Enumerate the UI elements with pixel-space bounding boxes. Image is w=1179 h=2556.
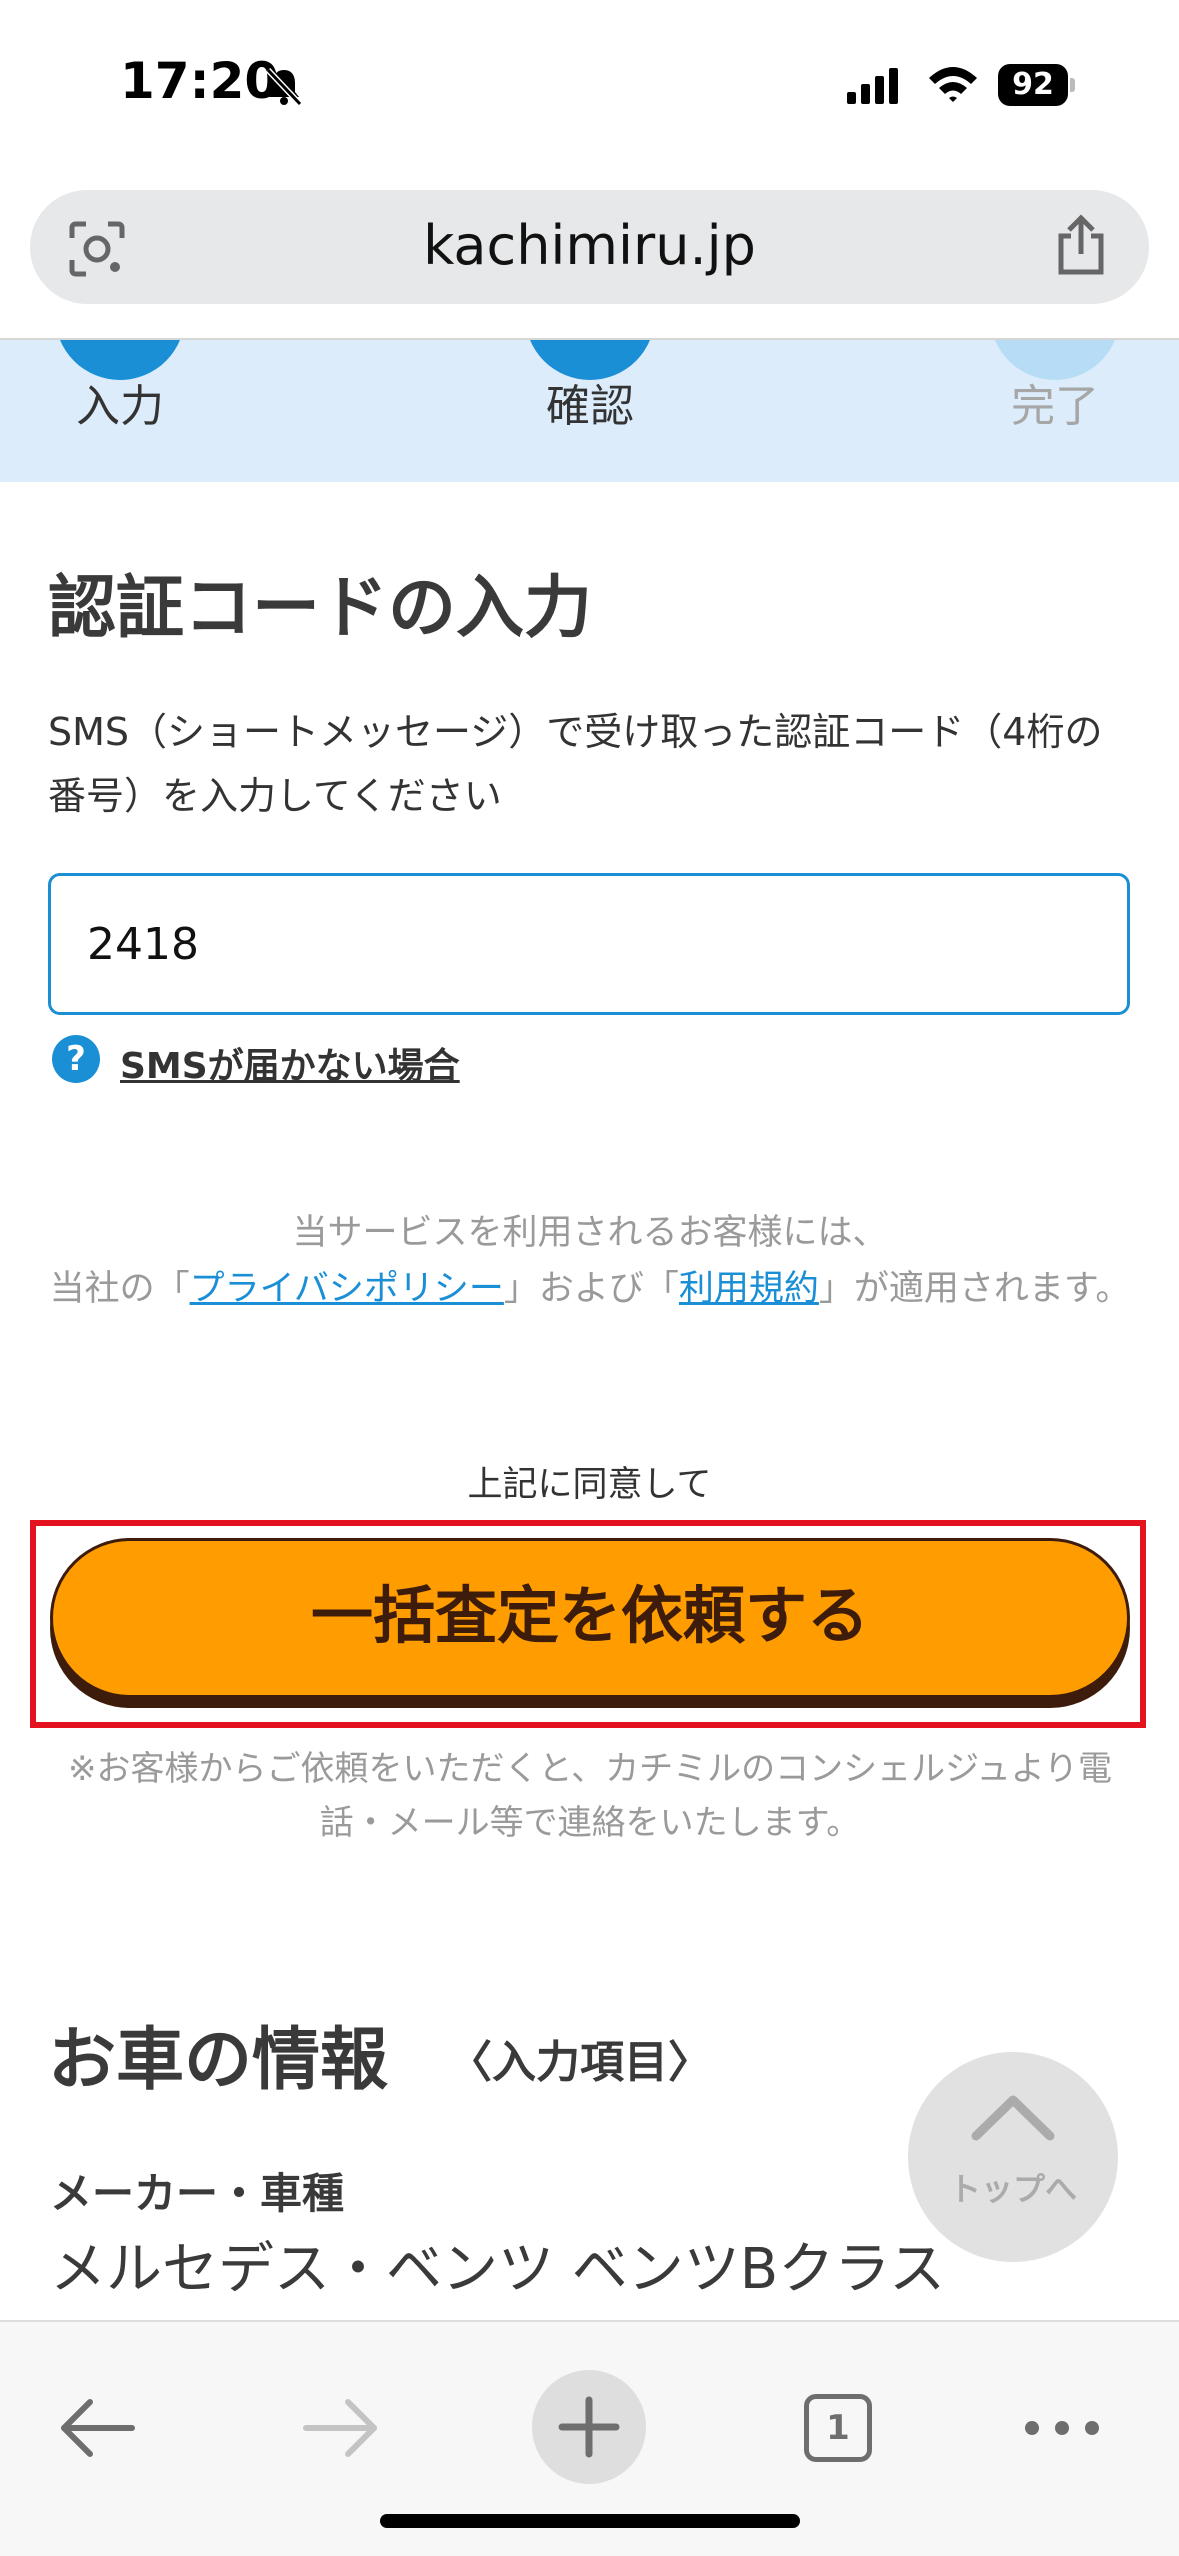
submit-request-button[interactable]: 一括査定を依頼する	[50, 1538, 1130, 1698]
step-label: 完了	[1011, 381, 1099, 432]
consent-line1: 当サービスを利用されるお客様には、	[292, 1213, 888, 1253]
car-info-title: お車の情報	[48, 2021, 389, 2100]
terms-link[interactable]: 利用規約	[679, 1269, 819, 1309]
back-to-top-label: トップへ	[948, 2170, 1077, 2208]
step-label: 入力	[76, 381, 164, 432]
back-to-top-button[interactable]: トップへ	[908, 2052, 1118, 2262]
signal-icon	[847, 68, 898, 104]
maker-label: メーカー・車種	[50, 2169, 345, 2218]
address-bar[interactable]: kachimiru.jp	[30, 190, 1149, 304]
consent-middle: 」および「	[503, 1269, 679, 1309]
chevron-up-icon	[971, 2095, 1055, 2141]
battery-icon: 92	[998, 64, 1075, 108]
consent-text: 当サービスを利用されるお客様には、 当社の「プライバシポリシー」および「利用規約…	[40, 1205, 1140, 1317]
step-complete: 完了	[955, 340, 1155, 482]
plus-icon	[558, 2396, 620, 2458]
tab-count: 1	[804, 2394, 872, 2462]
car-info-subtitle: 〈入力項目〉	[448, 2037, 712, 2088]
wifi-icon	[929, 67, 977, 102]
share-icon[interactable]	[1053, 214, 1109, 278]
step-input: 入力	[20, 340, 220, 482]
url-text[interactable]: kachimiru.jp	[30, 214, 1149, 277]
back-arrow-icon[interactable]	[46, 2378, 146, 2478]
sms-help-label[interactable]: SMSが届かない場合	[120, 1037, 460, 1089]
status-bar: 17:20 92	[0, 0, 1179, 170]
verification-code-input[interactable]	[48, 873, 1130, 1015]
consent-suffix: 」が適用されます。	[818, 1269, 1131, 1309]
tabs-button[interactable]: 1	[788, 2378, 888, 2478]
step-confirm: 確認	[490, 340, 690, 482]
privacy-policy-link[interactable]: プライバシポリシー	[190, 1269, 504, 1309]
forward-arrow-icon[interactable]	[292, 2378, 392, 2478]
step-label: 確認	[546, 381, 634, 432]
battery-level: 92	[998, 64, 1068, 106]
contact-note: ※お客様からご依頼をいただくと、カチミルのコンシェルジュより電話・メール等で連絡…	[67, 1749, 1113, 1843]
agree-text: 上記に同意して	[467, 1465, 712, 1505]
more-icon[interactable]	[1012, 2378, 1112, 2478]
new-tab-button[interactable]	[532, 2370, 646, 2484]
progress-steps: 入力 確認 完了	[0, 340, 1179, 482]
page-title: 認証コードの入力	[48, 569, 593, 648]
question-icon: ?	[52, 1035, 100, 1083]
status-time: 17:20	[120, 52, 280, 110]
consent-prefix: 当社の「	[49, 1269, 190, 1309]
verification-description: SMS（ショートメッセージ）で受け取った認証コード（4桁の番号）を入力してくださ…	[48, 710, 1103, 818]
home-indicator	[380, 2514, 800, 2528]
maker-value: メルセデス・ベンツ ベンツBクラス	[50, 2237, 946, 2302]
bell-slash-icon	[265, 67, 303, 107]
